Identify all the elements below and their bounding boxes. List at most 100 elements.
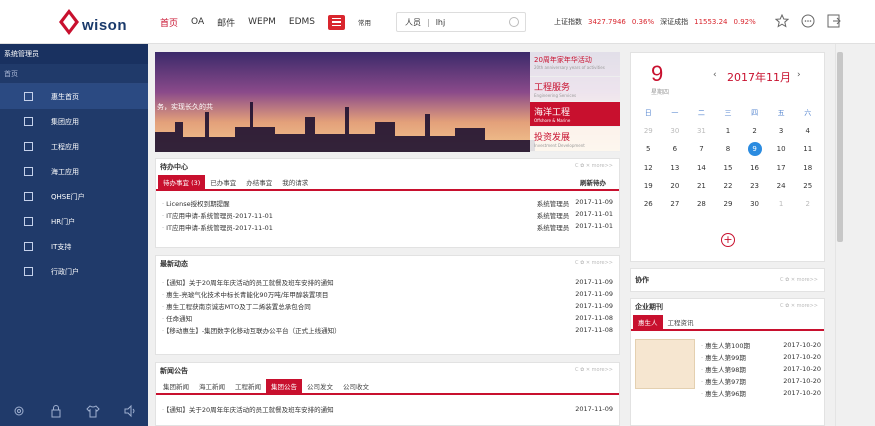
calendar-day-cell[interactable]: 17	[768, 162, 795, 174]
calendar-day-cell[interactable]: 14	[688, 162, 715, 174]
calendar-day-cell[interactable]: 7	[688, 143, 715, 155]
calendar-day-cell[interactable]: 29	[715, 198, 742, 210]
tab-company-incoming[interactable]: 公司收文	[338, 379, 374, 393]
lock-icon[interactable]	[49, 404, 63, 418]
journal-row[interactable]: · 惠生人第96期 2017-10-20	[699, 387, 823, 399]
todo-row[interactable]: · License授权到期提醒 系统管理员 2017-11-09	[156, 197, 619, 209]
search-icon[interactable]	[509, 17, 519, 27]
tab-group-news[interactable]: 集团新闻	[158, 379, 194, 393]
sidebar-item-qhse[interactable]: QHSE门户	[0, 184, 148, 209]
calendar-day-cell[interactable]: 26	[635, 198, 662, 210]
nav-oa[interactable]: OA	[191, 17, 204, 27]
tab-engineering-info[interactable]: 工程资讯	[663, 315, 699, 329]
calendar-day-cell[interactable]: 9	[747, 142, 762, 156]
search-input[interactable]: lhj	[436, 18, 446, 27]
nav-wepm[interactable]: WEPM	[248, 17, 276, 27]
add-event-icon[interactable]: +	[721, 233, 735, 247]
calendar-day-cell[interactable]: 19	[635, 180, 662, 192]
news-row[interactable]: · 惠生工程获南京诚志MTO及丁二烯装置总承包合同 2017-11-09	[156, 300, 619, 312]
calendar-day-cell[interactable]: 8	[715, 143, 742, 155]
calendar-prev-icon[interactable]: ‹	[713, 70, 717, 80]
sidebar-item-offshore-app[interactable]: 海工应用	[0, 159, 148, 184]
star-icon[interactable]	[774, 13, 790, 28]
calendar-day-cell[interactable]: 2	[741, 125, 768, 137]
calendar-day-cell[interactable]: 21	[688, 180, 715, 192]
settings-icon[interactable]	[12, 404, 26, 418]
page-scrollbar[interactable]	[835, 44, 843, 426]
calendar-day-cell[interactable]: 22	[715, 180, 742, 192]
todo-row[interactable]: · IT应用申请-系统管理员-2017-11-01 系统管理员 2017-11-01	[156, 221, 619, 233]
banner-tab-anniversary[interactable]: 20周年家年华活动 20th anniversary years of activ…	[530, 52, 620, 77]
calendar-day-cell[interactable]: 2	[794, 198, 821, 210]
logo[interactable]: wison	[58, 8, 148, 38]
calendar-day-cell[interactable]: 30	[741, 198, 768, 210]
sidebar-item-it[interactable]: IT支持	[0, 234, 148, 259]
notice-row[interactable]: · 【通知】关于20周年年庆活动的员工就餐及班车安排的通知 2017-11-09	[156, 403, 619, 415]
banner-tab-offshore[interactable]: 海洋工程 Offshore & Marine	[530, 102, 620, 127]
tab-my-requests[interactable]: 我的请求	[277, 175, 313, 189]
calendar-day-cell[interactable]: 4	[794, 125, 821, 137]
nav-mail[interactable]: 邮件	[217, 16, 235, 29]
news-row[interactable]: · 【移动惠生】-集团数字化移动互联办公平台（正式上线通知） 2017-11-08	[156, 324, 619, 336]
news-row[interactable]: · 任命通知 2017-11-08	[156, 312, 619, 324]
calendar-day-cell[interactable]: 1	[715, 125, 742, 137]
calendar-day-cell[interactable]: 11	[794, 143, 821, 155]
calendar-day-cell[interactable]: 1	[768, 198, 795, 210]
journal-row[interactable]: · 惠生人第97期 2017-10-20	[699, 375, 823, 387]
news-row[interactable]: · 【通知】关于20周年年庆活动的员工就餐及班车安排的通知 2017-11-09	[156, 276, 619, 288]
search-category[interactable]: 人员	[405, 17, 421, 28]
calendar-day-cell[interactable]: 18	[794, 162, 821, 174]
tab-done[interactable]: 已办事宜	[205, 175, 241, 189]
banner-tab-engineering[interactable]: 工程服务 Engineering Services	[530, 77, 620, 102]
nav-edms[interactable]: EDMS	[289, 17, 315, 27]
nav-common[interactable]: 常用	[358, 17, 371, 27]
journal-row[interactable]: · 惠生人第100期 2017-10-20	[699, 339, 823, 351]
panel-controls[interactable]: C ✿ ✕ more>>	[575, 367, 613, 373]
volume-icon[interactable]	[123, 404, 137, 418]
search-box[interactable]: 人员 | lhj	[396, 12, 526, 32]
calendar-next-icon[interactable]: ›	[797, 70, 801, 80]
calendar-day-cell[interactable]: 6	[662, 143, 689, 155]
tab-engineering-news[interactable]: 工程新闻	[230, 379, 266, 393]
calendar-day-cell[interactable]: 15	[715, 162, 742, 174]
shirt-icon[interactable]	[85, 404, 100, 418]
sidebar-item-admin-portal[interactable]: 行政门户	[0, 259, 148, 284]
calendar-day-cell[interactable]: 28	[688, 198, 715, 210]
panel-controls[interactable]: C ✿ ✕ more>>	[575, 163, 613, 169]
tab-offshore-news[interactable]: 海工新闻	[194, 379, 230, 393]
sidebar-item-hr[interactable]: HR门户	[0, 209, 148, 234]
calendar-day-cell[interactable]: 27	[662, 198, 689, 210]
todo-row[interactable]: · IT应用申请-系统管理员-2017-11-01 系统管理员 2017-11-01	[156, 209, 619, 221]
calendar-day-cell[interactable]: 3	[768, 125, 795, 137]
tab-wison-people[interactable]: 惠生人	[633, 315, 663, 329]
calendar-day-cell[interactable]: 29	[635, 125, 662, 137]
calendar-day-cell[interactable]: 12	[635, 162, 662, 174]
panel-controls[interactable]: C ✿ ✕ more>>	[575, 260, 613, 266]
calendar-day-cell[interactable]: 24	[768, 180, 795, 192]
scrollbar-thumb[interactable]	[837, 52, 843, 242]
tab-group-notice[interactable]: 集团公告	[266, 379, 302, 393]
news-row[interactable]: · 惠生-亮琥气化技术中标长青能化90万吨/年甲醇装置项目 2017-11-09	[156, 288, 619, 300]
calendar-day-cell[interactable]: 20	[662, 180, 689, 192]
chat-icon[interactable]	[801, 14, 815, 28]
calendar-day-cell[interactable]: 31	[688, 125, 715, 137]
nav-home[interactable]: 首页	[160, 16, 178, 29]
journal-row[interactable]: · 惠生人第99期 2017-10-20	[699, 351, 823, 363]
calendar-day-cell[interactable]: 30	[662, 125, 689, 137]
sidebar-item-engineering-app[interactable]: 工程应用	[0, 134, 148, 159]
tab-company-outgoing[interactable]: 公司发文	[302, 379, 338, 393]
banner-carousel[interactable]: 务，实现长久的共 20周年家年华活动 20th anniversary years…	[155, 52, 620, 152]
sidebar-home[interactable]: 首页	[0, 64, 148, 84]
calendar-day-cell[interactable]: 16	[741, 162, 768, 174]
banner-tab-investment[interactable]: 投资发展 Investment Development	[530, 127, 620, 152]
calendar-day-cell[interactable]: 10	[768, 143, 795, 155]
calendar-day-cell[interactable]: 13	[662, 162, 689, 174]
panel-controls[interactable]: C ✿ ✕ more>>	[780, 277, 818, 283]
sidebar-item-wison-home[interactable]: 惠生首页	[0, 84, 148, 109]
tab-todo[interactable]: 待办事宜 (3)	[158, 175, 206, 189]
journal-row[interactable]: · 惠生人第98期 2017-10-20	[699, 363, 823, 375]
sidebar-item-group-app[interactable]: 集团应用	[0, 109, 148, 134]
hamburger-menu-icon[interactable]	[328, 14, 346, 30]
calendar-day-cell[interactable]: 23	[741, 180, 768, 192]
calendar-day-cell[interactable]: 5	[635, 143, 662, 155]
